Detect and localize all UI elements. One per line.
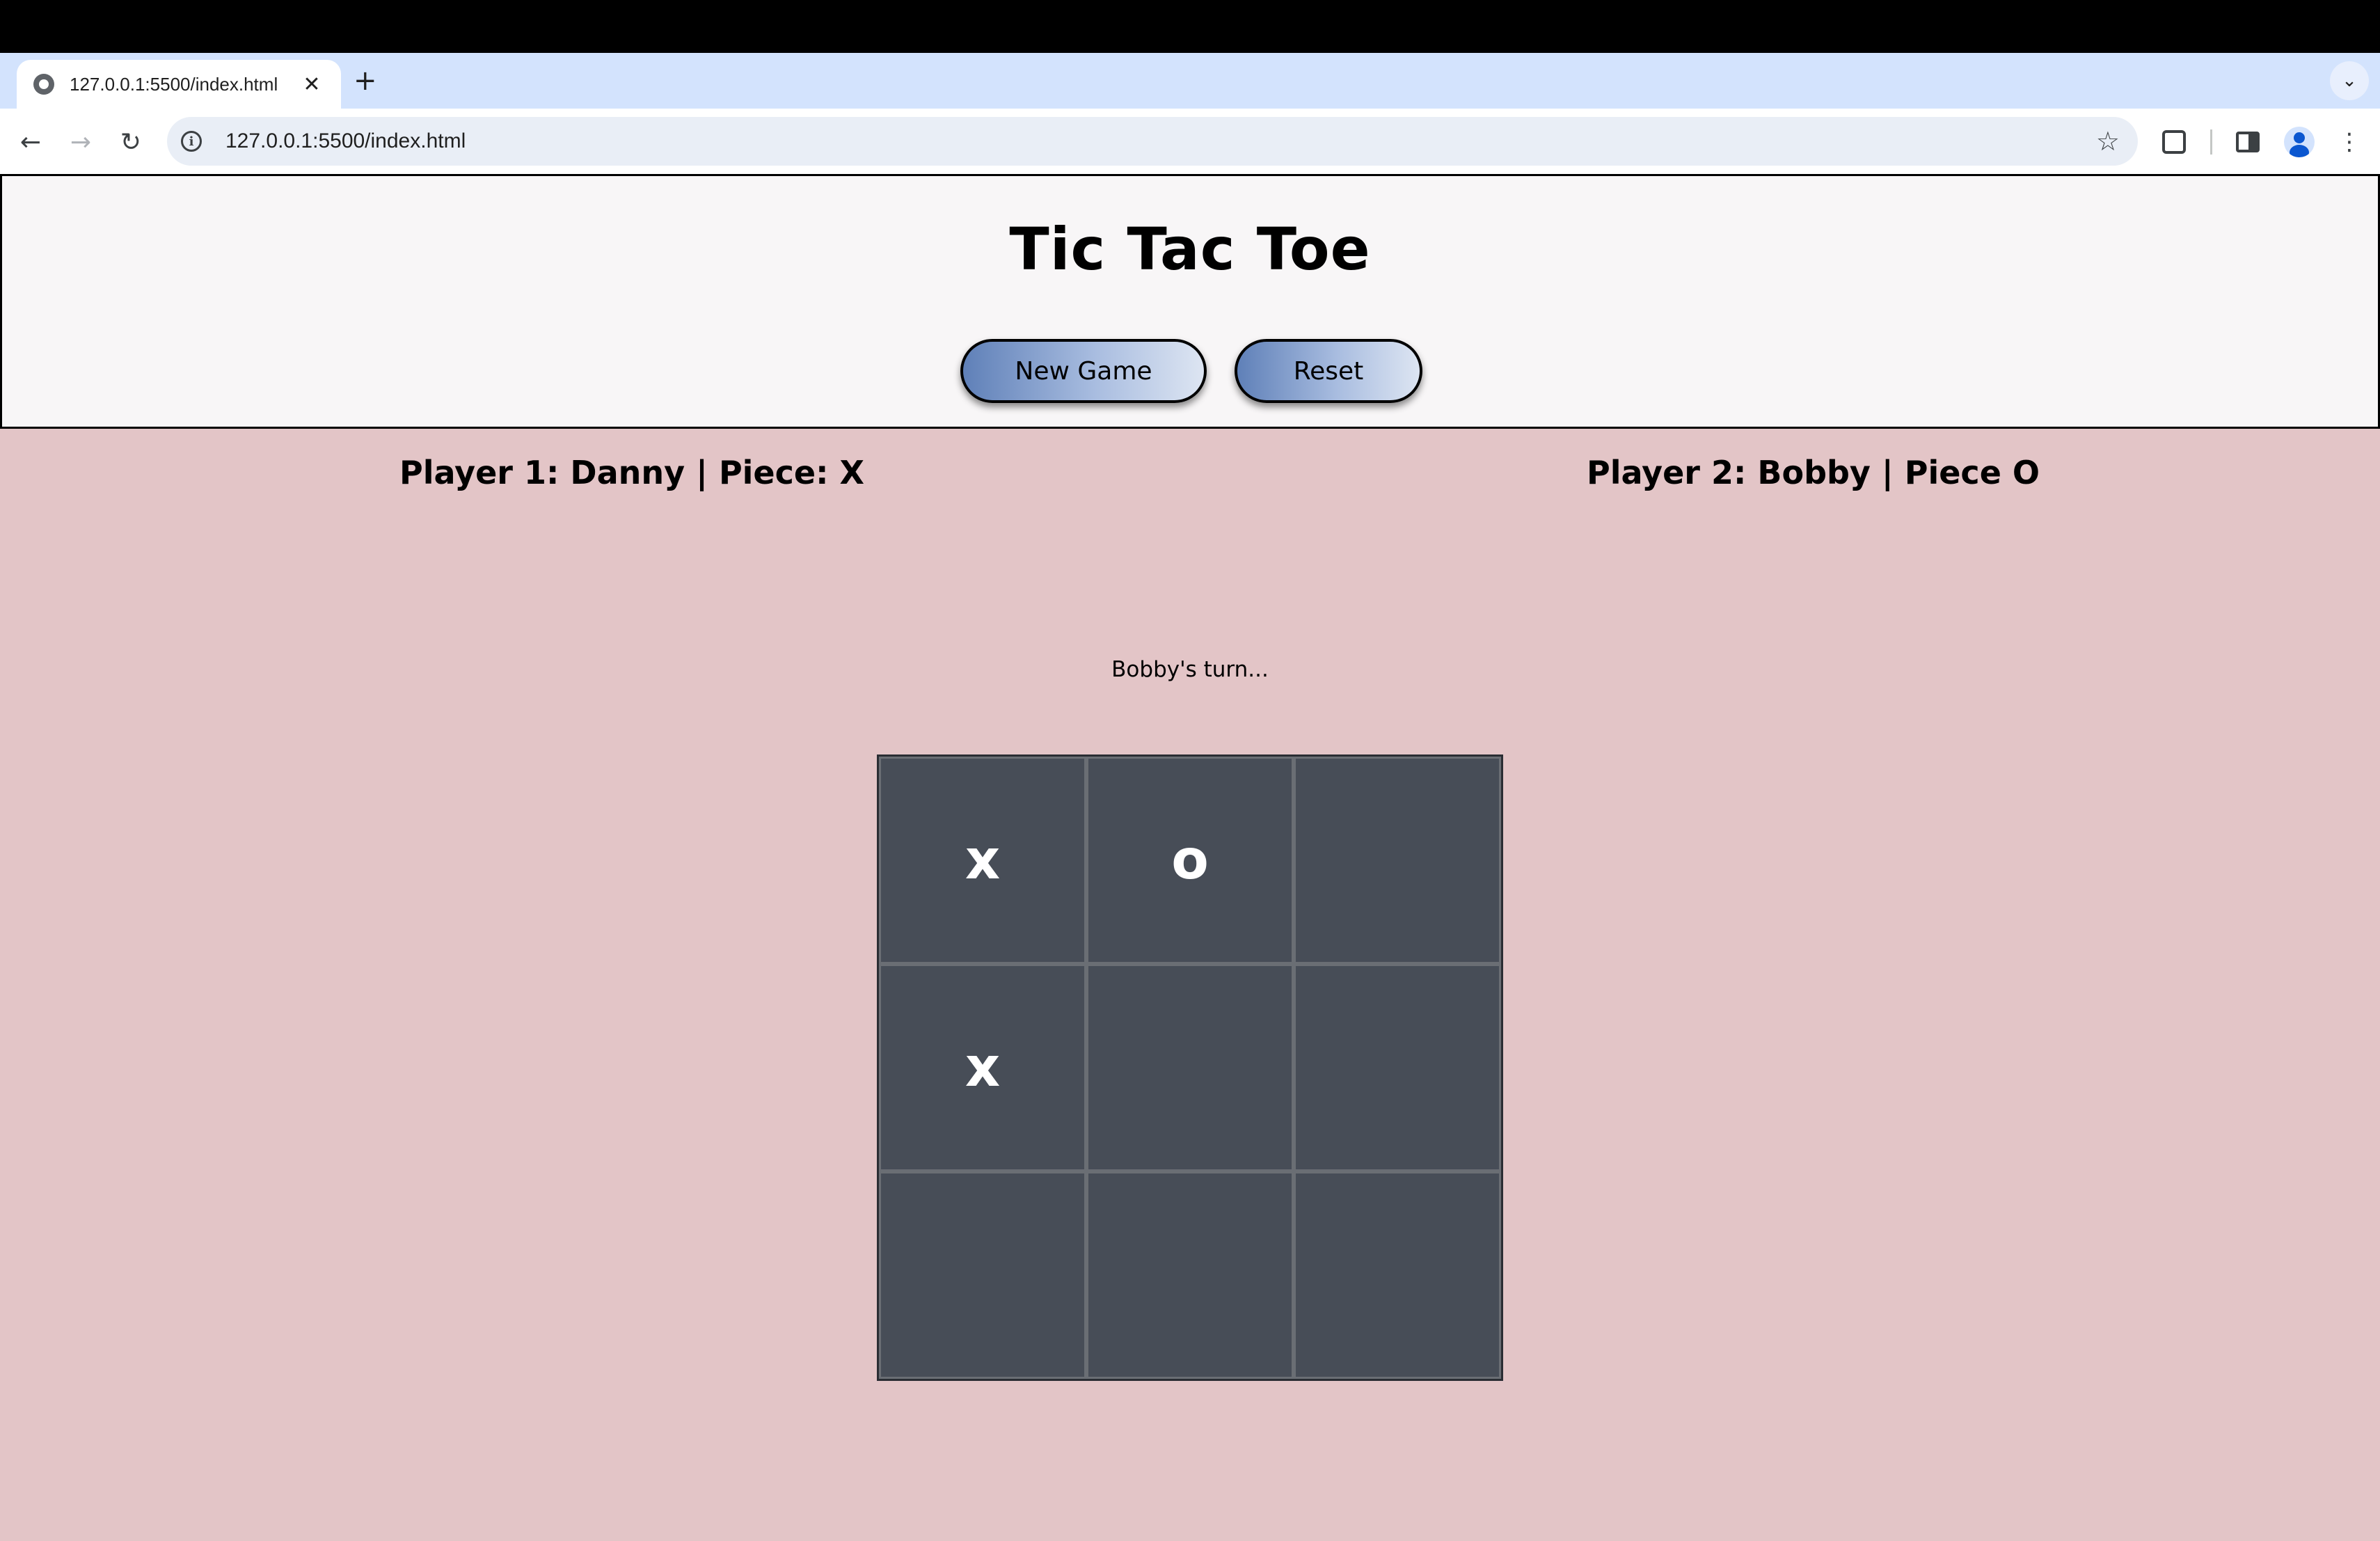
new-tab-button[interactable]: + <box>354 67 377 95</box>
board-cell[interactable] <box>1294 757 1501 964</box>
game-header: Tic Tac Toe New Game Reset <box>0 174 2380 429</box>
toolbar-divider <box>2210 129 2212 155</box>
forward-icon[interactable]: → <box>61 123 100 161</box>
reset-button[interactable]: Reset <box>1235 339 1422 403</box>
board-cell[interactable] <box>1086 964 1294 1171</box>
browser-menu-icon[interactable]: ⋮ <box>2331 124 2367 160</box>
board-cell[interactable] <box>1294 1171 1501 1379</box>
turn-status: Bobby's turn... <box>1111 657 1269 682</box>
address-bar[interactable]: i 127.0.0.1:5500/index.html ☆ <box>167 117 2138 166</box>
url-text[interactable]: 127.0.0.1:5500/index.html <box>225 129 2096 153</box>
site-info-icon[interactable]: i <box>181 131 202 152</box>
board-cell[interactable]: o <box>1086 757 1294 964</box>
board-cell[interactable] <box>1294 964 1501 1171</box>
extensions-icon[interactable] <box>2156 124 2192 160</box>
tab-close-icon[interactable]: ✕ <box>299 72 324 97</box>
tab-title: 127.0.0.1:5500/index.html <box>70 73 278 95</box>
reload-icon[interactable]: ↻ <box>111 123 150 161</box>
browser-tab[interactable]: 127.0.0.1:5500/index.html ✕ <box>17 60 341 109</box>
bookmark-star-icon[interactable]: ☆ <box>2096 126 2120 157</box>
player1-info: Player 1: Danny | Piece: X <box>399 454 864 491</box>
board-cell[interactable]: x <box>879 964 1086 1171</box>
browser-toolbar: ← → ↻ i 127.0.0.1:5500/index.html ☆ ⋮ <box>0 109 2380 174</box>
tab-search-icon[interactable]: ⌄ <box>2330 61 2369 100</box>
new-game-button[interactable]: New Game <box>960 339 1207 403</box>
tab-strip: 127.0.0.1:5500/index.html ✕ + ⌄ <box>0 53 2380 109</box>
side-panel-icon[interactable] <box>2230 124 2266 160</box>
game-board: x o x <box>877 754 1503 1381</box>
board-cell[interactable] <box>879 1171 1086 1379</box>
back-icon[interactable]: ← <box>11 123 50 161</box>
window-top-bar <box>0 0 2380 53</box>
profile-avatar-icon[interactable] <box>2281 124 2317 160</box>
player2-info: Player 2: Bobby | Piece O <box>1587 454 2040 491</box>
board-cell[interactable] <box>1086 1171 1294 1379</box>
globe-icon <box>33 74 54 95</box>
board-cell[interactable]: x <box>879 757 1086 964</box>
page-title: Tic Tac Toe <box>1009 215 1371 283</box>
